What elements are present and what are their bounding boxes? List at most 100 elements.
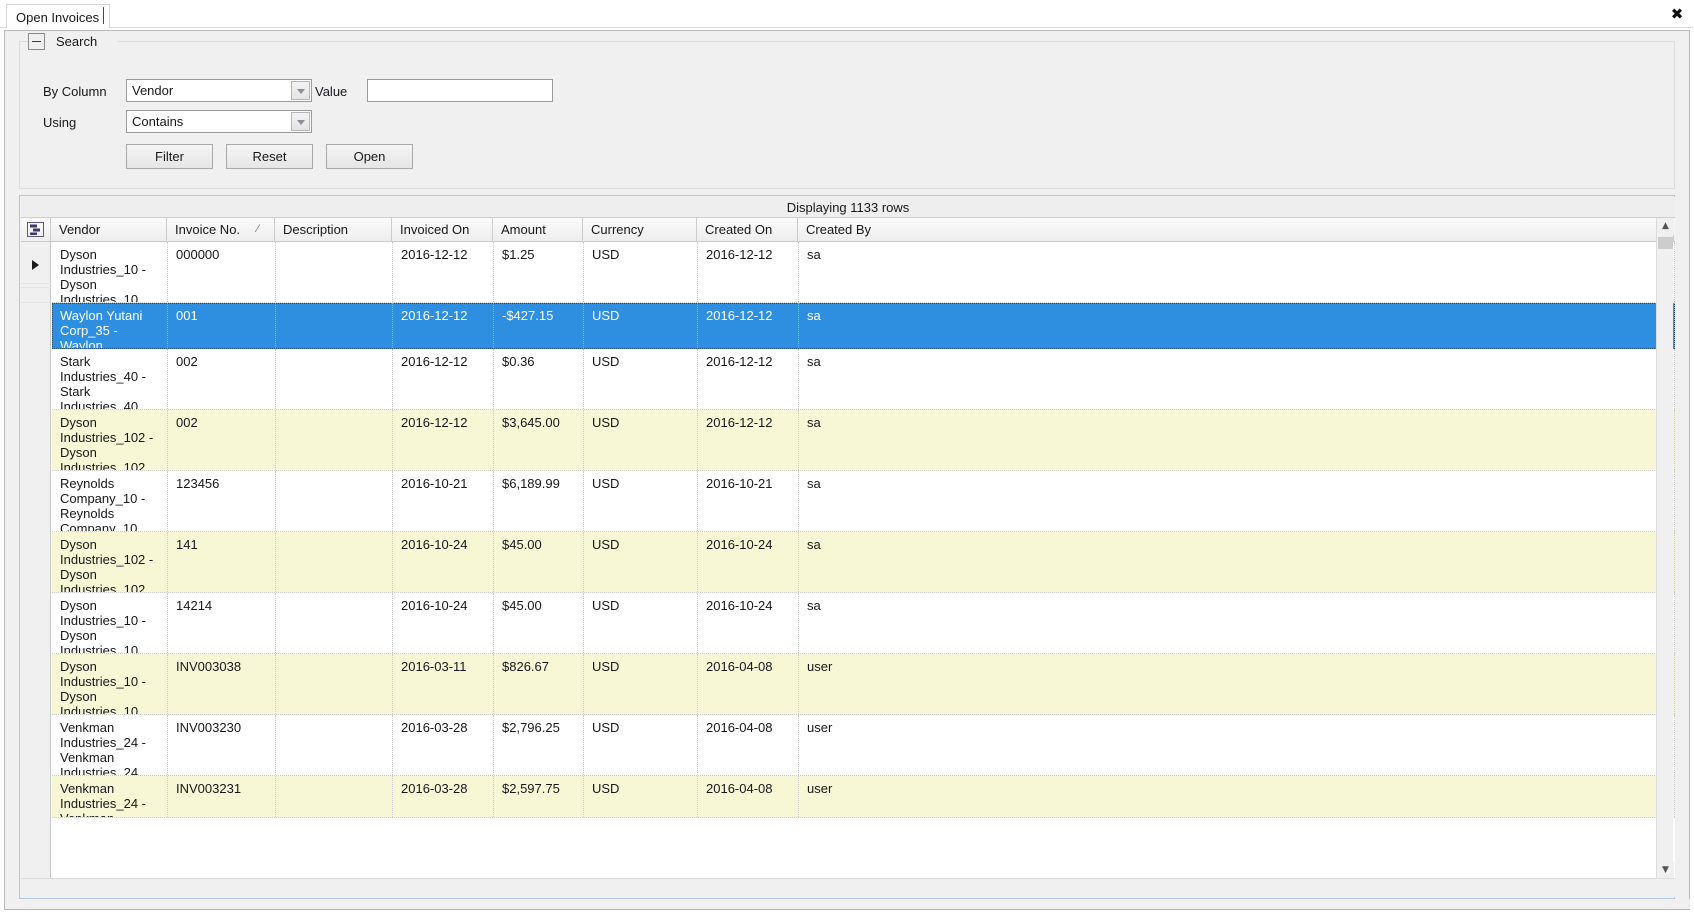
table-cell-created_on[interactable]: 2016-04-08 [698, 715, 799, 775]
table-row[interactable]: Venkman Industries_24 - Venkman Industri… [52, 715, 1675, 776]
table-cell-amount[interactable]: $2,597.75 [494, 776, 584, 817]
table-cell-invoice_no[interactable]: INV003231 [168, 776, 276, 817]
vertical-scrollbar-thumb[interactable] [1658, 237, 1673, 249]
table-cell-created_on[interactable]: 2016-12-12 [698, 410, 799, 470]
table-cell-vendor[interactable]: Dyson Industries_10 - Dyson Industries_1… [52, 242, 168, 302]
table-row[interactable]: Dyson Industries_102 - Dyson Industries_… [52, 410, 1675, 471]
table-cell-vendor[interactable]: Dyson Industries_102 - Dyson Industries_… [52, 410, 168, 470]
chevron-down-icon[interactable] [291, 112, 310, 131]
table-cell-invoiced_on[interactable]: 2016-12-12 [393, 303, 494, 348]
table-cell-invoice_no[interactable]: 002 [168, 349, 276, 409]
horizontal-scrollbar[interactable] [21, 878, 1675, 897]
table-cell-invoice_no[interactable]: INV003230 [168, 715, 276, 775]
table-cell-invoice_no[interactable]: 000000 [168, 242, 276, 302]
value-field[interactable] [367, 79, 553, 102]
table-cell-created_on[interactable]: 2016-12-12 [698, 349, 799, 409]
table-cell-amount[interactable]: $45.00 [494, 593, 584, 653]
table-cell-currency[interactable]: USD [584, 410, 698, 470]
table-cell-vendor[interactable]: Stark Industries_40 - Stark Industries_4… [52, 349, 168, 409]
table-cell-created_on[interactable]: 2016-04-08 [698, 654, 799, 714]
table-cell-invoiced_on[interactable]: 2016-10-24 [393, 593, 494, 653]
table-row[interactable]: Dyson Industries_10 - Dyson Industries_1… [52, 593, 1675, 654]
table-cell-description[interactable] [276, 776, 393, 817]
table-cell-amount[interactable]: $1.25 [494, 242, 584, 302]
table-cell-invoiced_on[interactable]: 2016-12-12 [393, 349, 494, 409]
table-cell-vendor[interactable]: Waylon Yutani Corp_35 - Waylon Yutani Co… [52, 303, 168, 348]
grid-column-header-description[interactable]: Description [275, 218, 392, 241]
table-cell-invoiced_on[interactable]: 2016-03-28 [393, 715, 494, 775]
reset-button[interactable]: Reset [226, 144, 313, 169]
table-cell-currency[interactable]: USD [584, 242, 698, 302]
grid-column-header-currency[interactable]: Currency [583, 218, 697, 241]
table-cell-amount[interactable]: $3,645.00 [494, 410, 584, 470]
chevron-down-icon[interactable] [291, 81, 310, 100]
table-cell-currency[interactable]: USD [584, 593, 698, 653]
table-row[interactable]: Venkman Industries_24 - Venkman Industri… [52, 776, 1675, 818]
table-cell-vendor[interactable]: Dyson Industries_10 - Dyson Industries_1… [52, 654, 168, 714]
table-cell-description[interactable] [276, 410, 393, 470]
table-cell-amount[interactable]: $2,796.25 [494, 715, 584, 775]
table-cell-created_by[interactable]: user [799, 776, 1675, 817]
table-cell-invoice_no[interactable]: 141 [168, 532, 276, 592]
table-cell-created_by[interactable]: sa [799, 532, 1675, 592]
table-cell-created_by[interactable]: sa [799, 410, 1675, 470]
filter-button[interactable]: Filter [126, 144, 213, 169]
table-cell-currency[interactable]: USD [584, 471, 698, 531]
tab-open-invoices[interactable]: Open Invoices [6, 4, 111, 28]
horizontal-scrollbar-thumb[interactable] [21, 881, 1651, 896]
table-cell-created_by[interactable]: sa [799, 471, 1675, 531]
search-input[interactable] [368, 80, 552, 101]
grid-column-header-created_by[interactable]: Created By [798, 218, 1674, 241]
table-cell-amount[interactable]: $45.00 [494, 532, 584, 592]
table-cell-description[interactable] [276, 654, 393, 714]
table-cell-invoiced_on[interactable]: 2016-10-21 [393, 471, 494, 531]
table-cell-description[interactable] [276, 349, 393, 409]
grid-column-header-vendor[interactable]: Vendor [51, 218, 167, 241]
table-cell-vendor[interactable]: Dyson Industries_10 - Dyson Industries_1… [52, 593, 168, 653]
table-cell-description[interactable] [276, 242, 393, 302]
table-cell-currency[interactable]: USD [584, 303, 698, 348]
table-cell-invoice_no[interactable]: 002 [168, 410, 276, 470]
using-select[interactable]: Contains [126, 110, 312, 133]
table-cell-amount[interactable]: $6,189.99 [494, 471, 584, 531]
table-cell-currency[interactable]: USD [584, 349, 698, 409]
table-cell-created_by[interactable]: user [799, 715, 1675, 775]
by-column-select[interactable]: Vendor [126, 79, 312, 102]
table-cell-created_on[interactable]: 2016-10-24 [698, 532, 799, 592]
table-row[interactable]: Dyson Industries_10 - Dyson Industries_1… [52, 242, 1675, 303]
table-cell-description[interactable] [276, 593, 393, 653]
table-cell-description[interactable] [276, 532, 393, 592]
table-cell-description[interactable] [276, 471, 393, 531]
close-icon[interactable]: ✖ [1668, 5, 1686, 23]
table-cell-created_by[interactable]: sa [799, 593, 1675, 653]
table-row[interactable]: Reynolds Company_10 - Reynolds Company_1… [52, 471, 1675, 532]
scroll-down-icon[interactable]: ▼ [1657, 862, 1674, 879]
scroll-up-icon[interactable]: ▲ [1657, 218, 1674, 235]
table-cell-invoice_no[interactable]: 14214 [168, 593, 276, 653]
table-cell-created_on[interactable]: 2016-10-21 [698, 471, 799, 531]
table-cell-created_on[interactable]: 2016-04-08 [698, 776, 799, 817]
table-cell-created_on[interactable]: 2016-10-24 [698, 593, 799, 653]
table-cell-currency[interactable]: USD [584, 532, 698, 592]
row-header-cell[interactable] [21, 242, 51, 284]
grid-column-header-invoiced_on[interactable]: Invoiced On [392, 218, 493, 241]
table-cell-vendor[interactable]: Reynolds Company_10 - Reynolds Company_1… [52, 471, 168, 531]
table-cell-invoice_no[interactable]: 123456 [168, 471, 276, 531]
table-cell-invoiced_on[interactable]: 2016-03-11 [393, 654, 494, 714]
table-cell-vendor[interactable]: Venkman Industries_24 - Venkman Industri… [52, 776, 168, 817]
vertical-scrollbar[interactable]: ▲ ▼ [1656, 218, 1674, 879]
grid-column-header-invoice_no[interactable]: Invoice No. ∕ [167, 218, 275, 241]
table-row[interactable]: Stark Industries_40 - Stark Industries_4… [52, 349, 1675, 410]
table-cell-created_by[interactable]: sa [799, 349, 1675, 409]
grid-column-header-amount[interactable]: Amount [493, 218, 583, 241]
table-cell-created_by[interactable]: user [799, 654, 1675, 714]
table-cell-created_on[interactable]: 2016-12-12 [698, 242, 799, 302]
table-cell-currency[interactable]: USD [584, 654, 698, 714]
table-cell-invoiced_on[interactable]: 2016-12-12 [393, 410, 494, 470]
table-cell-created_by[interactable]: sa [799, 303, 1675, 348]
table-cell-created_by[interactable]: sa [799, 242, 1675, 302]
table-cell-invoiced_on[interactable]: 2016-12-12 [393, 242, 494, 302]
table-cell-description[interactable] [276, 715, 393, 775]
table-cell-invoice_no[interactable]: 001 [168, 303, 276, 348]
table-cell-amount[interactable]: -$427.15 [494, 303, 584, 348]
